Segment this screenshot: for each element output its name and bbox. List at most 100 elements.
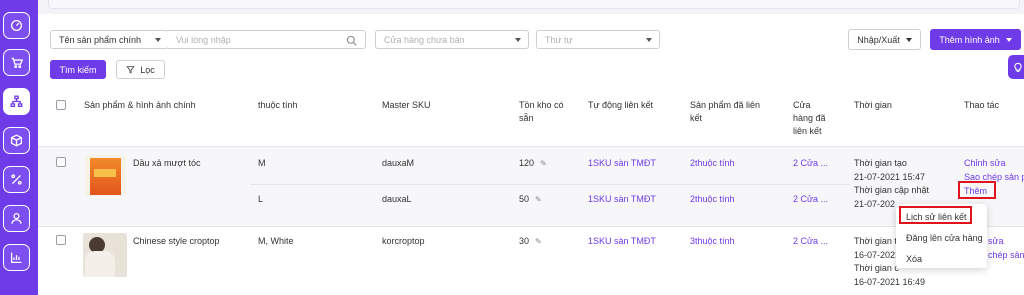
order-select-placeholder: Thứ tự	[545, 34, 573, 45]
linked-products-link[interactable]: 3thuộc tính	[690, 235, 735, 247]
auto-link-link[interactable]: 1SKU sàn TMĐT	[588, 157, 656, 169]
variant-stock[interactable]: 120 ✎	[519, 157, 547, 170]
created-time-label: Thời gian t	[854, 236, 897, 246]
store-select[interactable]: Cửa hàng chưa bán	[375, 30, 529, 49]
variant-sku: dauxaL	[382, 194, 412, 204]
header-auto-link: Tự động liên kết	[588, 100, 654, 110]
header-stores-line1: Cửa	[793, 100, 811, 110]
chevron-down-icon	[646, 38, 652, 42]
select-all-checkbox[interactable]	[56, 100, 66, 110]
row-checkbox[interactable]	[56, 235, 66, 245]
header-actions: Thao tác	[964, 100, 1000, 110]
linked-stores-link[interactable]: 2 Cửa ...	[793, 193, 828, 205]
store-select-placeholder: Cửa hàng chưa bán	[384, 34, 465, 45]
lightbulb-button[interactable]	[1008, 55, 1024, 79]
add-image-button[interactable]: Thêm hình ảnh	[930, 29, 1021, 50]
search-button[interactable]: Tìm kiếm	[50, 60, 106, 79]
search-input[interactable]: Vui lòng nhập	[168, 30, 366, 49]
edit-link[interactable]: Chỉnh sửa	[964, 157, 1006, 169]
product-label	[94, 169, 116, 177]
created-time-value: 16-07-2021	[854, 250, 901, 260]
row-divider	[38, 226, 1024, 227]
header-product: Sản phẩm & hình ảnh chính	[84, 100, 196, 110]
menu-item-publish-store[interactable]: Đăng lên cửa hàng	[906, 233, 983, 243]
variant-attribute: M, White	[258, 236, 294, 246]
header-time: Thời gian	[854, 100, 892, 110]
pencil-icon[interactable]: ✎	[540, 158, 547, 170]
users-icon[interactable]	[3, 205, 30, 232]
import-export-label: Nhập/Xuất	[857, 34, 900, 45]
chevron-down-icon	[155, 38, 161, 42]
stock-value: 120	[519, 158, 535, 168]
search-button-label: Tìm kiếm	[59, 64, 97, 75]
stock-value: 30	[519, 236, 530, 246]
variant-divider	[250, 184, 850, 185]
variant-stock[interactable]: 30 ✎	[519, 235, 542, 248]
auto-link-link[interactable]: 1SKU sàn TMĐT	[588, 235, 656, 247]
variant-attribute: L	[258, 194, 264, 204]
product-photo-body	[85, 251, 115, 277]
header-master-sku: Master SKU	[382, 100, 431, 110]
header-stock-line1: Tồn kho có	[519, 100, 564, 110]
highlight-box-more	[958, 181, 996, 199]
variant-sku: dauxaM	[382, 158, 415, 168]
highlight-box-link-history	[899, 206, 972, 224]
lightbulb-icon	[1014, 62, 1022, 72]
header-stock: Tồn kho có sẵn	[519, 99, 564, 125]
sidebar	[0, 0, 38, 295]
pencil-icon[interactable]: ✎	[535, 194, 542, 206]
field-select-value: Tên sản phẩm chính	[59, 34, 142, 45]
order-select[interactable]: Thứ tự	[536, 30, 660, 49]
dashboard-icon[interactable]	[3, 12, 30, 39]
updated-time-value: 21-07-202	[854, 199, 896, 209]
chevron-down-icon	[905, 37, 912, 42]
header-stock-line2: sẵn	[519, 113, 534, 123]
variant-attribute: M	[258, 158, 266, 168]
updated-time-label: Thời gian cập nhật	[854, 185, 929, 195]
updated-time-value: 16-07-2021 16:49	[854, 277, 926, 287]
cart-icon[interactable]	[3, 49, 30, 76]
product-name[interactable]: Chinese style croptop	[133, 235, 220, 247]
edit-link[interactable]: sửa	[988, 235, 1004, 247]
created-time-label: Thời gian tạo	[854, 158, 907, 168]
linked-stores-link[interactable]: 2 Cửa ...	[793, 157, 828, 169]
linked-products-link[interactable]: 2thuộc tính	[690, 157, 735, 169]
stock-value: 50	[519, 194, 530, 204]
variant-sku: korcroptop	[382, 236, 425, 246]
product-thumbnail[interactable]	[85, 155, 126, 196]
add-image-label: Thêm hình ảnh	[939, 34, 1000, 45]
search-placeholder: Vui lòng nhập	[176, 34, 231, 45]
header-stores-line3: liên kết	[793, 126, 822, 136]
product-name[interactable]: Dầu xả mượt tóc	[133, 157, 200, 169]
box-icon[interactable]	[3, 127, 30, 154]
copy-product-link[interactable]: chép sản p	[988, 249, 1024, 261]
filter-button[interactable]: Lọc	[116, 60, 165, 79]
header-linked-products: Sản phẩm đã liên kết	[690, 99, 760, 125]
search-icon[interactable]	[346, 35, 357, 46]
import-export-button[interactable]: Nhập/Xuất	[848, 29, 921, 50]
row-checkbox[interactable]	[56, 157, 66, 167]
header-linked-line2: kết	[690, 113, 703, 123]
chart-icon[interactable]	[3, 244, 30, 271]
product-thumbnail[interactable]	[83, 233, 127, 277]
top-banner	[38, 0, 1024, 14]
menu-item-delete[interactable]: Xóa	[906, 254, 922, 264]
header-stores-line2: hàng đã	[793, 113, 826, 123]
linked-products-link[interactable]: 2thuộc tính	[690, 193, 735, 205]
chevron-down-icon	[515, 38, 521, 42]
filter-button-label: Lọc	[140, 64, 155, 75]
linked-stores-link[interactable]: 2 Cửa ...	[793, 235, 828, 247]
filter-icon	[126, 66, 136, 74]
pencil-icon[interactable]: ✎	[535, 236, 542, 248]
variant-stock[interactable]: 50 ✎	[519, 193, 542, 206]
created-time-value: 21-07-2021 15:47	[854, 172, 926, 182]
chevron-down-icon	[1005, 37, 1012, 42]
auto-link-link[interactable]: 1SKU sàn TMĐT	[588, 193, 656, 205]
header-attribute: thuộc tính	[258, 100, 298, 110]
field-select[interactable]: Tên sản phẩm chính	[50, 30, 169, 49]
percent-icon[interactable]	[3, 166, 30, 193]
updated-time-label: Thời gian c	[854, 263, 899, 273]
header-linked-line1: Sản phẩm đã liên	[690, 100, 761, 110]
banner-panel	[48, 0, 1020, 9]
sitemap-icon[interactable]	[3, 88, 30, 115]
